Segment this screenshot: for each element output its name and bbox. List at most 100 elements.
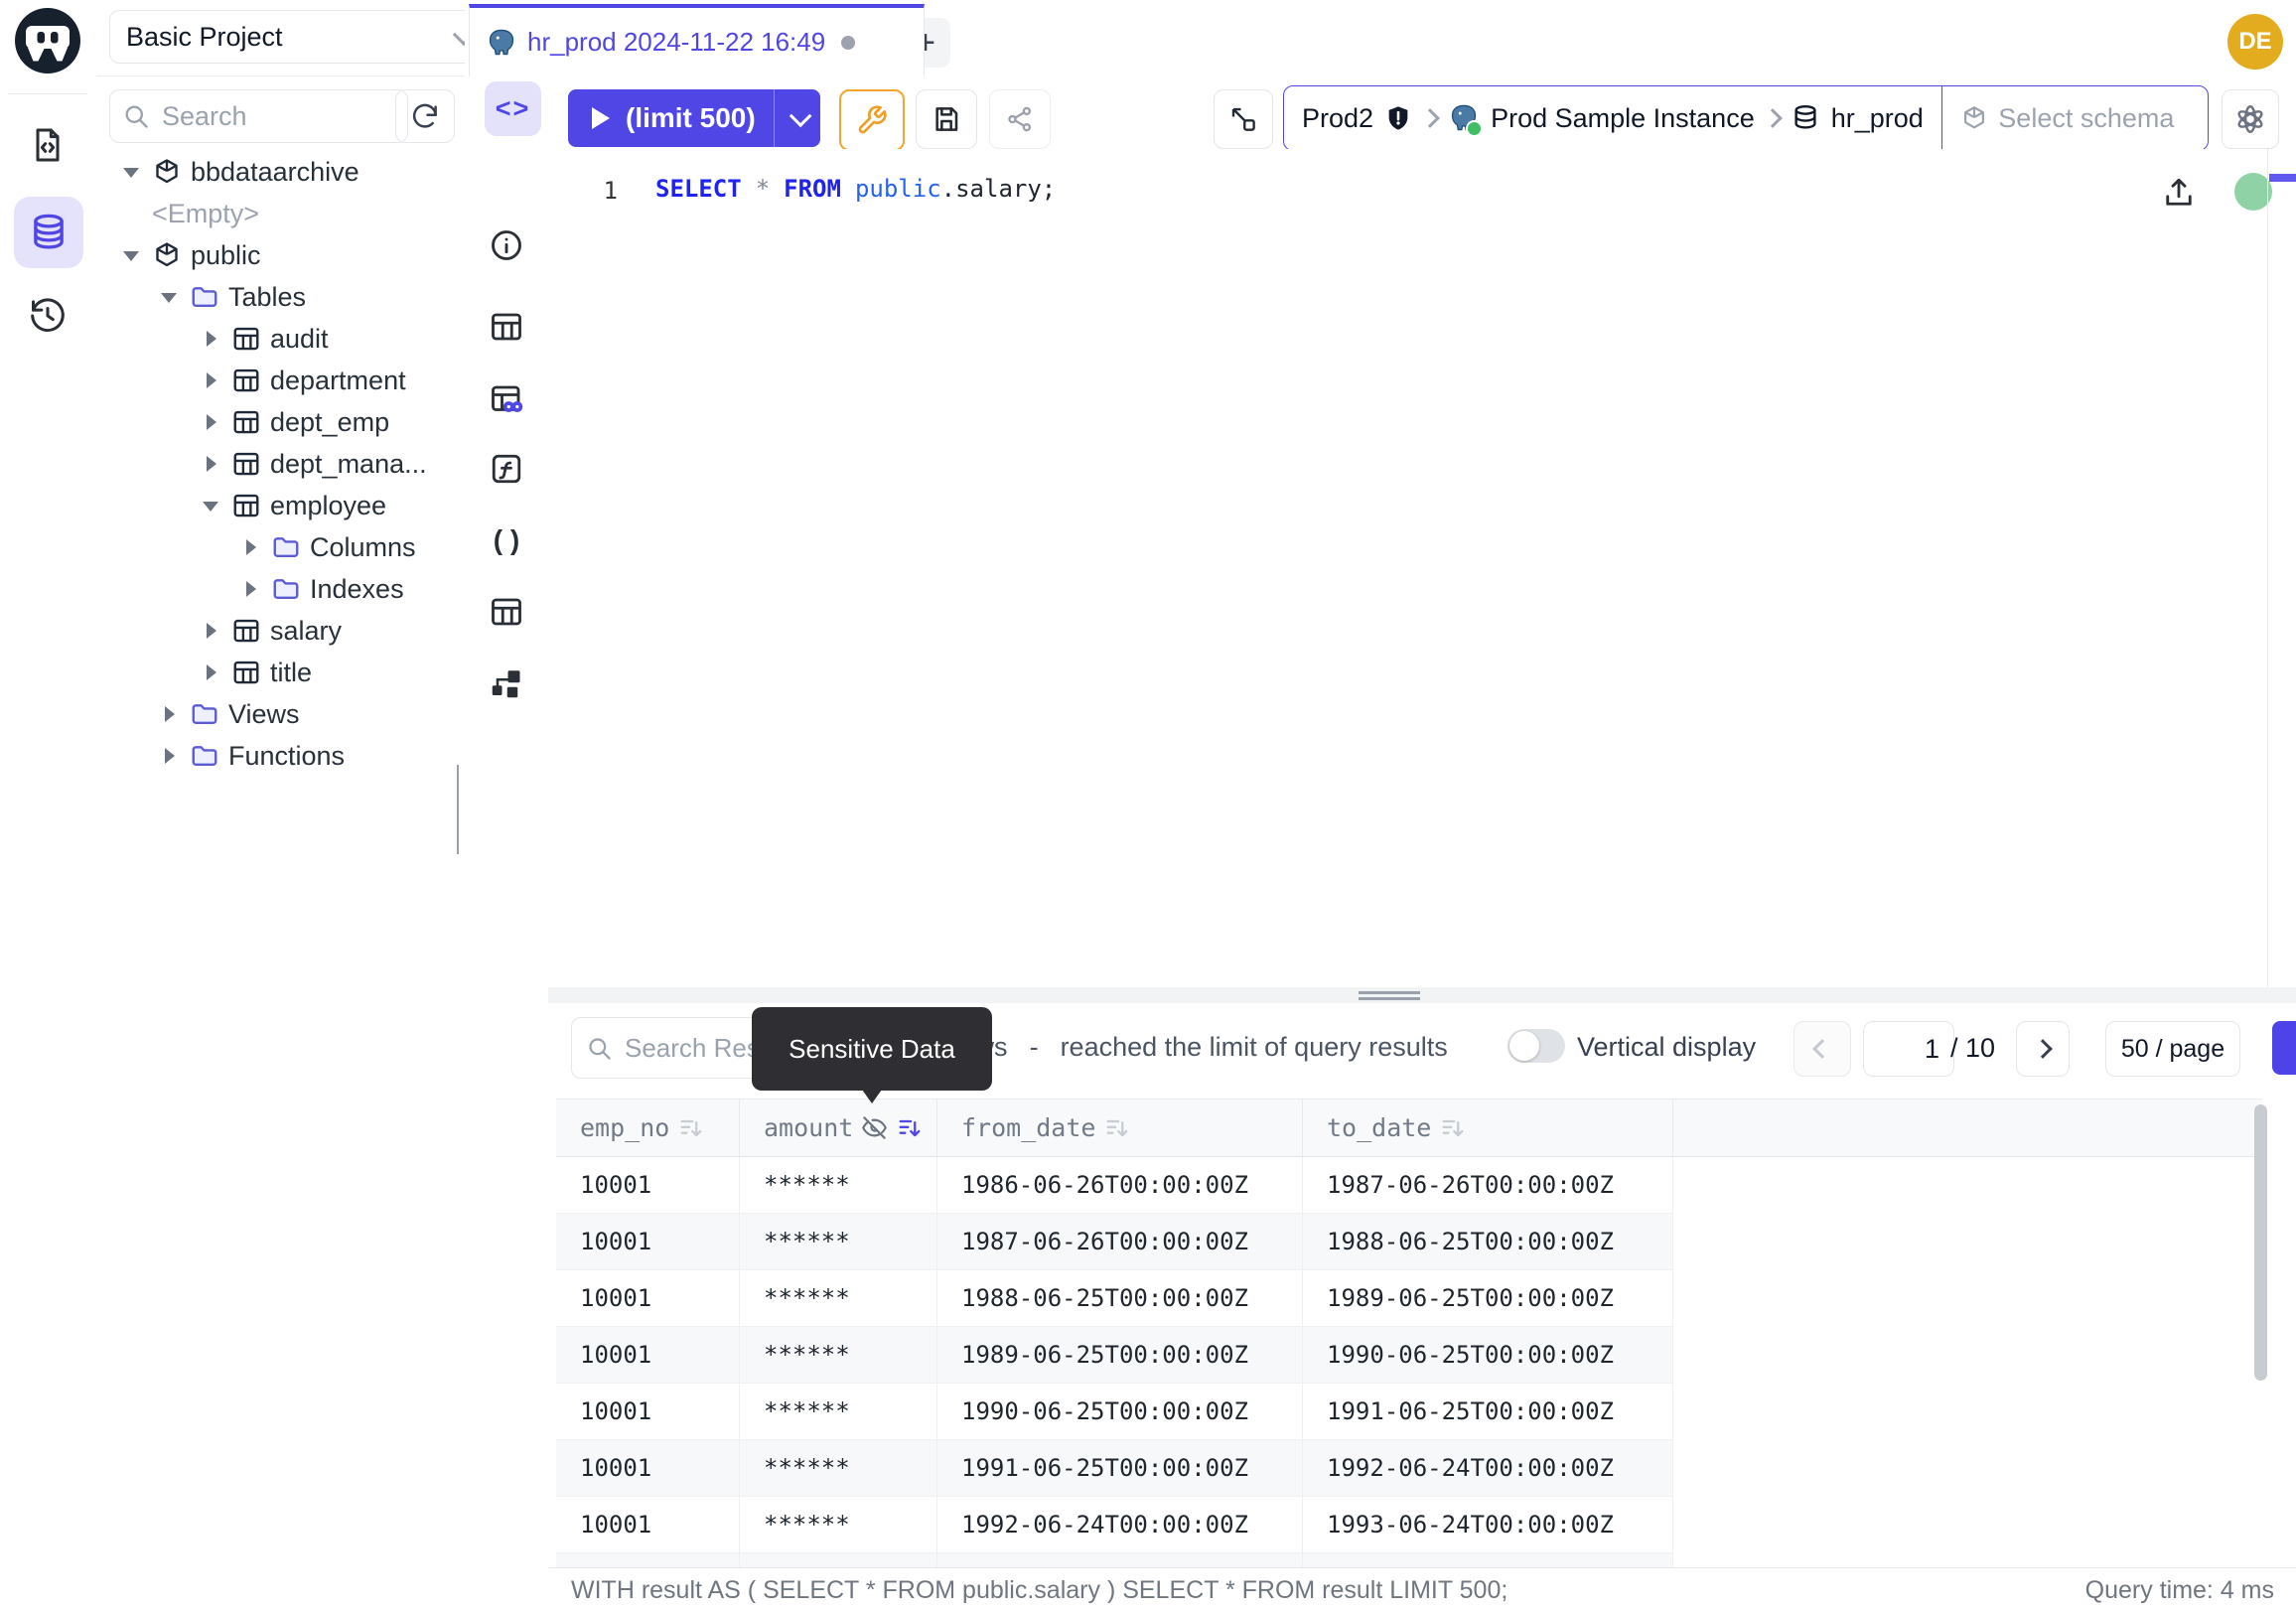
tree-item-columns[interactable]: Columns xyxy=(96,526,465,568)
sensitive-data-tooltip: Sensitive Data xyxy=(752,1007,992,1091)
tab-hr-prod[interactable]: hr_prod 2024-11-22 16:49 xyxy=(469,4,925,76)
tree-item-salary[interactable]: salary xyxy=(96,610,465,652)
table-row[interactable]: 10001******1986-06-26T00:00:00Z1987-06-2… xyxy=(556,1157,2262,1214)
history-icon[interactable] xyxy=(28,296,68,336)
run-query-button[interactable]: (limit 500) xyxy=(568,89,820,147)
caret-right-icon[interactable] xyxy=(200,369,221,391)
tree-item-audit[interactable]: audit xyxy=(96,318,465,360)
tree-item-public[interactable]: public xyxy=(96,234,465,276)
function-icon[interactable] xyxy=(489,451,524,487)
connection-icon-button[interactable] xyxy=(1214,89,1273,149)
openai-icon xyxy=(2233,102,2267,136)
upload-sheet-icon[interactable] xyxy=(2161,175,2197,211)
eye-off-icon[interactable] xyxy=(861,1114,888,1141)
sort-icon[interactable] xyxy=(1439,1114,1467,1142)
sort-icon[interactable] xyxy=(1103,1114,1131,1142)
caret-right-icon[interactable] xyxy=(200,453,221,475)
column-header-emp-no[interactable]: emp_no xyxy=(556,1100,740,1156)
page-number-input[interactable]: 1 xyxy=(1863,1021,1954,1077)
tree-item-functions[interactable]: Functions xyxy=(96,735,465,777)
vertical-display-toggle[interactable] xyxy=(1507,1029,1565,1063)
results-table: emp_no amount from_date to_date 10001***… xyxy=(556,1099,2262,1567)
bytebase-logo[interactable] xyxy=(13,6,82,75)
table-row[interactable]: 10001******1991-06-25T00:00:00Z1992-06-2… xyxy=(556,1440,2262,1497)
caret-right-icon[interactable] xyxy=(200,620,221,642)
database-label: hr_prod xyxy=(1831,103,1924,134)
tree-item-tables[interactable]: Tables xyxy=(96,276,465,318)
rail-divider xyxy=(8,93,87,94)
sql-star: * xyxy=(756,175,770,203)
tree-item-title[interactable]: title xyxy=(96,652,465,693)
table-panel-icon[interactable] xyxy=(489,309,524,345)
table-row[interactable]: 10001******1988-06-25T00:00:00Z1989-06-2… xyxy=(556,1270,2262,1327)
worksheet-icon[interactable] xyxy=(28,125,68,165)
editor-overview-ruler[interactable] xyxy=(2267,149,2268,987)
tree-label: Columns xyxy=(310,532,416,563)
sql-check-button[interactable] xyxy=(839,89,905,151)
masked-table-icon[interactable] xyxy=(489,381,524,417)
save-button[interactable] xyxy=(916,89,977,149)
caret-down-icon[interactable] xyxy=(120,244,142,266)
page-size-select[interactable]: 50 / page xyxy=(2105,1021,2240,1077)
caret-down-icon[interactable] xyxy=(120,161,142,183)
caret-right-icon[interactable] xyxy=(158,745,180,767)
schema-select-placeholder: Select schema xyxy=(1998,103,2174,134)
tree-item-dept-emp[interactable]: dept_emp xyxy=(96,401,465,443)
caret-right-icon[interactable] xyxy=(239,578,261,600)
sql-editor[interactable]: 1 SELECT*FROMpublic.salary; xyxy=(548,149,2296,987)
caret-down-icon[interactable] xyxy=(200,495,221,516)
postgresql-icon xyxy=(1448,102,1480,134)
caret-right-icon[interactable] xyxy=(200,661,221,683)
column-header-amount[interactable]: amount xyxy=(740,1100,937,1156)
panel-resize-handle[interactable] xyxy=(548,987,2296,1003)
parentheses-icon[interactable]: ( ) xyxy=(489,522,524,558)
table-row[interactable]: 10001******1992-06-24T00:00:00Z1993-06-2… xyxy=(556,1497,2262,1553)
connection-breadcrumb: Prod2 Prod Sample Instance hr_prod Selec… xyxy=(1283,85,2209,151)
tree-item-dept-manager[interactable]: dept_mana... xyxy=(96,443,465,485)
tree-item-department[interactable]: department xyxy=(96,360,465,401)
sidebar-search[interactable] xyxy=(109,89,408,143)
caret-right-icon[interactable] xyxy=(200,411,221,433)
table-row[interactable]: 10001******1990-06-25T00:00:00Z1991-06-2… xyxy=(556,1384,2262,1440)
next-page-button[interactable] xyxy=(2016,1021,2070,1077)
folder-icon xyxy=(190,699,219,729)
tree-item-views[interactable]: Views xyxy=(96,693,465,735)
info-icon[interactable] xyxy=(489,227,524,263)
ai-assistant-button[interactable] xyxy=(2222,89,2279,149)
caret-right-icon[interactable] xyxy=(158,703,180,725)
tree-item-bbdataarchive[interactable]: bbdataarchive xyxy=(96,151,465,193)
table-row[interactable]: 10001******1993-06-24T00:00:00Z1994-06-2… xyxy=(556,1553,2262,1567)
schema-diagram-icon[interactable] xyxy=(489,665,524,701)
sidebar-search-input[interactable] xyxy=(160,100,362,133)
breadcrumb-database-scope[interactable]: Prod2 Prod Sample Instance hr_prod xyxy=(1284,86,1941,150)
caret-right-icon[interactable] xyxy=(200,328,221,350)
tree-item-empty: <Empty> xyxy=(96,193,465,234)
caret-right-icon[interactable] xyxy=(239,536,261,558)
avatar[interactable]: DE xyxy=(2227,14,2283,70)
column-header-to-date[interactable]: to_date xyxy=(1303,1100,1673,1156)
table-row[interactable]: 10001******1989-06-25T00:00:00Z1990-06-2… xyxy=(556,1327,2262,1384)
table-icon xyxy=(231,324,261,354)
table-icon xyxy=(231,366,261,395)
chevron-down-icon[interactable] xyxy=(789,105,812,128)
schema-select[interactable]: Select schema xyxy=(1942,86,2192,150)
share-button[interactable] xyxy=(989,89,1051,149)
sort-icon-active[interactable] xyxy=(896,1114,924,1142)
caret-down-icon[interactable] xyxy=(158,286,180,308)
project-selector[interactable]: Basic Project xyxy=(109,10,487,64)
results-table-header: emp_no amount from_date to_date xyxy=(556,1099,2262,1157)
refresh-button[interactable] xyxy=(395,89,455,143)
tree-label: title xyxy=(270,658,312,688)
external-table-icon[interactable] xyxy=(489,594,524,630)
export-button-partial[interactable] xyxy=(2272,1021,2296,1075)
table-row[interactable]: 10001******1987-06-26T00:00:00Z1988-06-2… xyxy=(556,1214,2262,1270)
code-panel-button[interactable]: <> xyxy=(485,81,541,136)
column-header-from-date[interactable]: from_date xyxy=(937,1100,1303,1156)
project-selector-label: Basic Project xyxy=(126,22,283,53)
results-scrollbar-thumb[interactable] xyxy=(2254,1104,2267,1381)
tree-item-employee[interactable]: employee xyxy=(96,485,465,526)
database-panel-button[interactable] xyxy=(14,197,83,268)
tree-item-indexes[interactable]: Indexes xyxy=(96,568,465,610)
sort-icon[interactable] xyxy=(677,1114,705,1142)
prev-page-button[interactable] xyxy=(1794,1021,1851,1077)
